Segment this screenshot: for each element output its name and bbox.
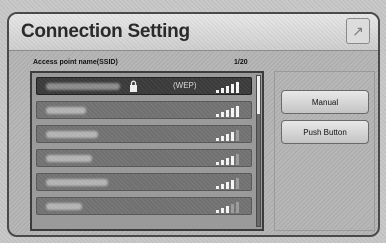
ssid-column-label: Access point name(SSID) bbox=[33, 59, 118, 66]
push-button-button[interactable]: Push Button bbox=[281, 120, 369, 144]
manual-button[interactable]: Manual bbox=[281, 90, 369, 114]
header-bar: Connection Setting ↗ bbox=[9, 14, 378, 51]
lock-icon bbox=[130, 80, 137, 92]
scrollbar-thumb[interactable] bbox=[257, 76, 260, 114]
page-title: Connection Setting bbox=[21, 21, 190, 42]
arrow-icon[interactable]: ↗ bbox=[346, 18, 370, 44]
ssid-text-blurred bbox=[46, 155, 92, 162]
access-point-row[interactable] bbox=[36, 197, 252, 215]
tv-screen: Connection Setting ↗ Access point name(S… bbox=[0, 0, 386, 243]
signal-strength-icon bbox=[216, 130, 239, 141]
access-point-row[interactable] bbox=[36, 149, 252, 167]
connection-setting-panel: Connection Setting ↗ Access point name(S… bbox=[7, 12, 380, 237]
signal-strength-icon bbox=[216, 82, 239, 93]
ssid-text-blurred bbox=[46, 131, 98, 138]
access-point-row[interactable] bbox=[36, 125, 252, 143]
ssid-text-blurred bbox=[46, 107, 86, 114]
security-label: (WEP) bbox=[173, 81, 197, 90]
list-scrollbar[interactable] bbox=[256, 75, 261, 227]
access-point-row[interactable]: (WEP) bbox=[36, 77, 252, 95]
signal-strength-icon bbox=[216, 202, 239, 213]
signal-strength-icon bbox=[216, 154, 239, 165]
signal-strength-icon bbox=[216, 178, 239, 189]
access-point-row[interactable] bbox=[36, 173, 252, 191]
access-point-row[interactable] bbox=[36, 101, 252, 119]
ssid-text-blurred bbox=[46, 203, 82, 210]
access-point-list: (WEP) bbox=[30, 71, 264, 231]
page-indicator: 1/20 bbox=[234, 59, 248, 66]
signal-strength-icon bbox=[216, 106, 239, 117]
ssid-text-blurred bbox=[46, 83, 120, 90]
ssid-text-blurred bbox=[46, 179, 108, 186]
